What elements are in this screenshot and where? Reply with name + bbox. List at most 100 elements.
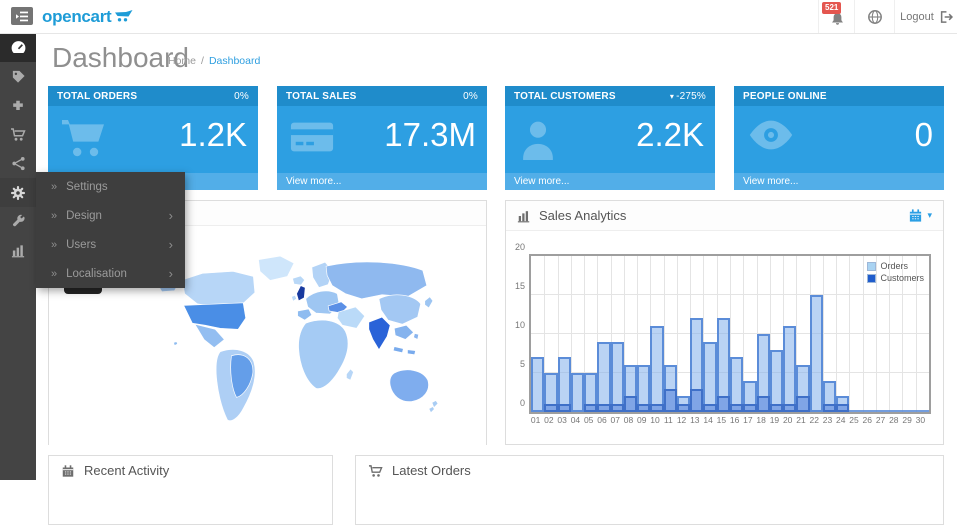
country-iceland <box>293 276 305 285</box>
country-ireland <box>292 295 297 301</box>
flyout-item-settings[interactable]: » Settings <box>36 172 185 201</box>
chart-bar-customers <box>770 404 783 412</box>
sidebar-item-reports[interactable] <box>0 236 36 265</box>
world-map[interactable] <box>144 251 439 431</box>
flyout-item-design[interactable]: » Design › <box>36 201 185 230</box>
sidebar-item-sales[interactable] <box>0 120 36 149</box>
sidebar-item-marketing[interactable] <box>0 149 36 178</box>
view-more-link[interactable]: View more... <box>277 173 487 190</box>
chart-bar-customers <box>664 389 677 412</box>
tile-label: TOTAL SALES <box>286 91 357 102</box>
bar-chart-icon <box>11 243 26 258</box>
country-new-zealand-south <box>429 407 435 413</box>
tile-delta: 0% <box>234 91 249 102</box>
chart-bar-customers <box>584 404 597 412</box>
region-africa <box>299 320 348 388</box>
sidebar-item-dashboard[interactable] <box>0 33 36 62</box>
x-tick-label: 16 <box>728 415 741 425</box>
country-hawaii <box>174 342 178 346</box>
x-tick-label: 29 <box>900 415 913 425</box>
breadcrumb-home[interactable]: Home <box>168 55 196 67</box>
sidebar-item-catalog[interactable] <box>0 62 36 91</box>
x-tick-label: 10 <box>648 415 661 425</box>
y-tick-label: 5 <box>520 359 525 369</box>
country-australia <box>390 370 429 402</box>
chart-bar-orders <box>597 342 610 412</box>
share-nodes-icon <box>11 156 26 171</box>
chart-bar-customers <box>690 389 703 412</box>
x-tick-label: 30 <box>914 415 927 425</box>
tile-value: 0 <box>915 118 933 151</box>
opencart-logo[interactable]: opencart <box>42 0 134 33</box>
caret-down-icon: ▾ <box>927 210 932 221</box>
tile-people-online: PEOPLE ONLINE 0 View more... <box>734 86 944 190</box>
sales-analytics-title: Sales Analytics <box>539 208 626 223</box>
tile-total-sales: TOTAL SALES 0% 17.3M View more... <box>277 86 487 190</box>
sidebar-item-extensions[interactable] <box>0 91 36 120</box>
country-russia <box>326 262 427 299</box>
country-madagascar <box>346 369 353 380</box>
eye-icon <box>746 117 796 153</box>
sidebar <box>0 33 36 480</box>
shopping-cart-icon <box>368 464 383 478</box>
indent-icon <box>14 9 30 24</box>
logo-text: opencart <box>42 7 111 27</box>
user-icon <box>517 117 559 161</box>
y-tick-label: 15 <box>515 281 525 291</box>
view-more-link[interactable]: View more... <box>505 173 715 190</box>
x-tick-label: 15 <box>715 415 728 425</box>
chart-bar-orders <box>783 326 796 412</box>
tile-value: 17.3M <box>384 118 476 151</box>
chevron-right-icon: › <box>169 237 173 252</box>
tile-label: PEOPLE ONLINE <box>743 91 827 102</box>
notifications-button[interactable]: 521 <box>818 0 855 33</box>
logout-button[interactable]: Logout <box>894 0 957 33</box>
flyout-item-label: Design <box>66 210 102 222</box>
calendar-icon <box>61 464 75 478</box>
chart-bar-orders <box>650 326 663 412</box>
chart-bar-customers <box>624 396 637 412</box>
latest-orders-title: Latest Orders <box>392 463 471 478</box>
x-tick-label: 02 <box>542 415 555 425</box>
chart-x-axis: 0102030405060708091011121314151617181920… <box>529 415 931 427</box>
x-tick-label: 26 <box>861 415 874 425</box>
x-tick-label: 17 <box>741 415 754 425</box>
legend-entry-orders: Orders <box>867 261 924 271</box>
chart-bar-customers <box>597 404 610 412</box>
x-tick-label: 12 <box>675 415 688 425</box>
chart-bar-orders <box>611 342 624 412</box>
sidebar-item-system[interactable] <box>0 178 36 207</box>
shopping-cart-icon <box>10 127 26 142</box>
x-tick-label: 13 <box>688 415 701 425</box>
menu-toggle-button[interactable] <box>11 7 33 25</box>
view-more-link[interactable]: View more... <box>734 173 944 190</box>
app-header: opencart 521 Logout <box>0 0 957 34</box>
tile-label: TOTAL CUSTOMERS <box>514 91 616 102</box>
opencart-cart-icon <box>115 10 134 23</box>
flyout-item-users[interactable]: » Users › <box>36 230 185 259</box>
date-range-dropdown[interactable]: ▾ <box>908 208 932 223</box>
x-tick-label: 07 <box>609 415 622 425</box>
flyout-item-localisation[interactable]: » Localisation › <box>36 259 185 288</box>
chart-bar-customers <box>743 404 756 412</box>
sidebar-item-tools[interactable] <box>0 207 36 236</box>
gridline <box>863 256 864 412</box>
notification-badge: 521 <box>822 2 841 14</box>
gear-icon <box>10 185 26 201</box>
language-button[interactable] <box>854 0 895 33</box>
country-greenland <box>258 256 294 280</box>
globe-icon <box>867 9 883 25</box>
x-tick-label: 18 <box>755 415 768 425</box>
chart-bar-customers <box>717 396 730 412</box>
tile-delta: 0% <box>463 91 478 102</box>
legend-swatch <box>867 262 876 271</box>
bar-chart-icon <box>517 209 531 223</box>
country-indonesia-east <box>407 350 415 355</box>
chart-y-axis: 05101520 <box>508 249 527 409</box>
chart-bar-customers <box>558 404 571 412</box>
y-tick-label: 0 <box>520 398 525 408</box>
x-tick-label: 11 <box>662 415 675 425</box>
double-angle-icon: » <box>51 181 57 193</box>
flyout-item-label: Users <box>66 239 96 251</box>
breadcrumb-current[interactable]: Dashboard <box>209 55 260 67</box>
